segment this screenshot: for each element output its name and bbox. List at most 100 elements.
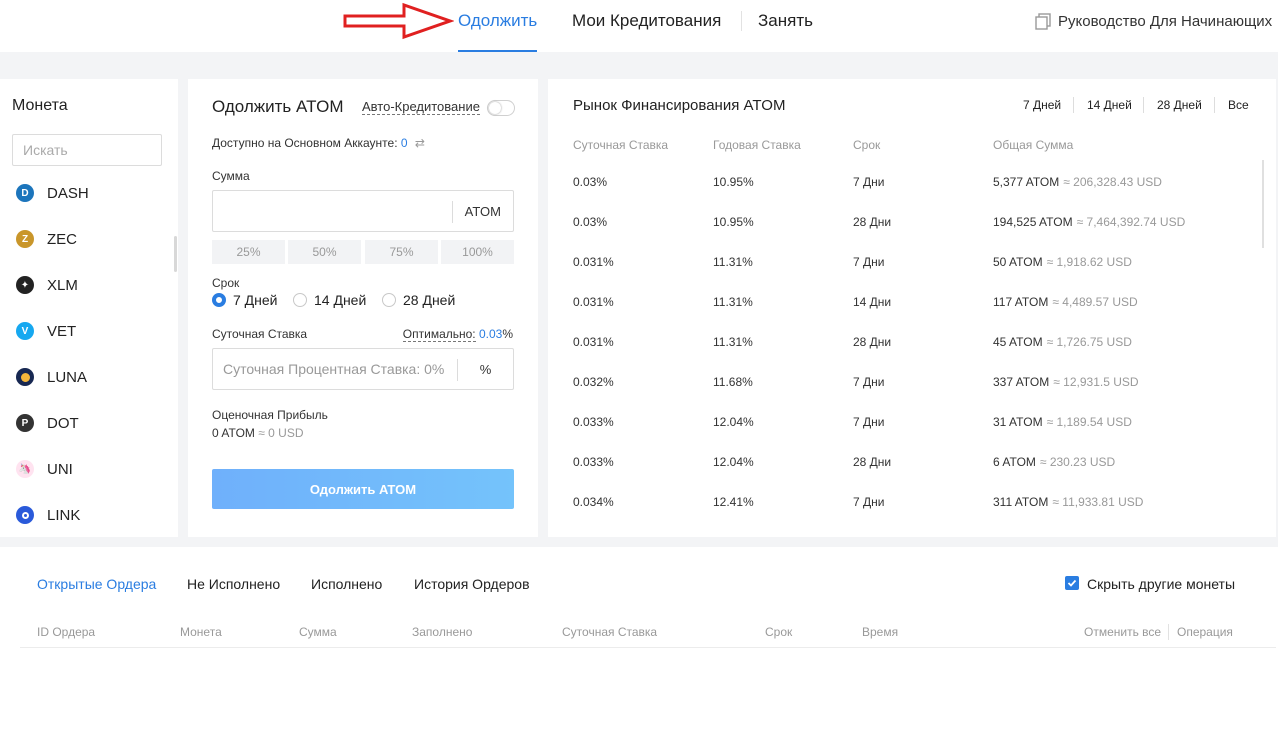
percent-25-button[interactable]: 25% bbox=[212, 240, 285, 264]
total-amount: 5,377 ATOM bbox=[993, 175, 1060, 189]
luna-icon bbox=[16, 368, 34, 386]
hide-other-coins-checkbox[interactable] bbox=[1065, 576, 1079, 590]
market-header-daily: Суточная Ставка bbox=[573, 138, 669, 152]
tab-filled[interactable]: Исполнено bbox=[311, 576, 382, 592]
orders-header-coin: Монета bbox=[180, 625, 222, 639]
coin-search-input[interactable] bbox=[12, 134, 162, 166]
auto-lend-label[interactable]: Авто-Кредитование bbox=[362, 99, 480, 115]
optimal-rate[interactable]: Оптимально: 0.03% bbox=[402, 327, 513, 342]
coin-item-label: XLM bbox=[47, 276, 78, 294]
coin-list-scrollbar[interactable] bbox=[174, 236, 177, 272]
market-cell-term: 7 Дни bbox=[853, 175, 885, 189]
market-filter-all[interactable]: Все bbox=[1228, 98, 1249, 112]
vet-icon: V bbox=[16, 322, 34, 340]
coin-item-uni[interactable]: 🦄 UNI bbox=[16, 457, 73, 481]
market-filter-7[interactable]: 7 Дней bbox=[1023, 98, 1061, 112]
tab-my-lending[interactable]: Мои Кредитования bbox=[572, 0, 721, 52]
percent-50-button[interactable]: 50% bbox=[288, 240, 361, 264]
dash-icon: D bbox=[16, 184, 34, 202]
coin-item-label: DASH bbox=[47, 184, 89, 202]
market-cell-daily: 0.032% bbox=[573, 375, 614, 389]
market-cell-annual: 12.41% bbox=[713, 495, 754, 509]
tab-open-orders[interactable]: Открытые Ордера bbox=[37, 576, 156, 592]
auto-lend-toggle[interactable] bbox=[487, 100, 515, 116]
term-radio-28[interactable]: 28 Дней bbox=[382, 292, 455, 308]
market-cell-daily: 0.033% bbox=[573, 415, 614, 429]
market-cell-term: 7 Дни bbox=[853, 415, 885, 429]
total-amount: 31 ATOM bbox=[993, 415, 1043, 429]
total-usd: ≈ 1,726.75 USD bbox=[1046, 335, 1132, 349]
beginners-guide-link[interactable]: Руководство Для Начинающих bbox=[1034, 10, 1272, 32]
market-cell-term: 28 Дни bbox=[853, 215, 892, 229]
coin-item-dot[interactable]: P DOT bbox=[16, 411, 79, 435]
percent-75-button[interactable]: 75% bbox=[365, 240, 438, 264]
percent-100-button[interactable]: 100% bbox=[441, 240, 514, 264]
term-label: Срок bbox=[212, 276, 240, 290]
market-cell-daily: 0.034% bbox=[573, 495, 614, 509]
total-amount: 311 ATOM bbox=[993, 495, 1049, 509]
radio-selected-icon bbox=[212, 293, 226, 307]
market-cell-term: 7 Дни bbox=[853, 255, 885, 269]
market-cell-annual: 12.04% bbox=[713, 415, 754, 429]
cancel-all-button[interactable]: Отменить все bbox=[1084, 625, 1161, 639]
coin-item-zec[interactable]: Z ZEC bbox=[16, 227, 77, 251]
daily-rate-input[interactable] bbox=[213, 349, 458, 389]
coin-item-label: DOT bbox=[47, 414, 79, 432]
total-amount: 45 ATOM bbox=[993, 335, 1043, 349]
coin-item-vet[interactable]: V VET bbox=[16, 319, 76, 343]
est-profit-amount: 0 ATOM bbox=[212, 426, 255, 440]
orders-header-divider bbox=[20, 647, 1276, 648]
term-radio-label: 28 Дней bbox=[403, 292, 456, 308]
market-filter-14[interactable]: 14 Дней bbox=[1087, 98, 1132, 112]
radio-icon bbox=[293, 293, 307, 307]
transfer-icon[interactable]: ⇄ bbox=[415, 136, 425, 150]
term-radio-7[interactable]: 7 Дней bbox=[212, 292, 278, 308]
top-nav: Одолжить Мои Кредитования Занять Руковод… bbox=[0, 0, 1278, 52]
market-cell-daily: 0.031% bbox=[573, 295, 614, 309]
orders-header-daily-rate: Суточная Ставка bbox=[562, 625, 658, 639]
total-amount: 6 ATOM bbox=[993, 455, 1036, 469]
market-cell-total: 337 ATOM ≈ 12,931.5 USD bbox=[993, 375, 1139, 389]
market-cell-total: 194,525 ATOM ≈ 7,464,392.74 USD bbox=[993, 215, 1185, 229]
market-header-term: Срок bbox=[853, 138, 881, 152]
total-usd: ≈ 7,464,392.74 USD bbox=[1076, 215, 1186, 229]
coin-item-luna[interactable]: LUNA bbox=[16, 365, 87, 389]
market-filter-28[interactable]: 28 Дней bbox=[1157, 98, 1202, 112]
tab-order-history[interactable]: История Ордеров bbox=[414, 576, 530, 592]
market-scrollbar[interactable] bbox=[1262, 160, 1264, 248]
radio-icon bbox=[382, 293, 396, 307]
market-cell-term: 28 Дни bbox=[853, 335, 892, 349]
orders-header-term: Срок bbox=[765, 625, 793, 639]
coin-item-link[interactable]: LINK bbox=[16, 503, 80, 527]
tab-lend[interactable]: Одолжить bbox=[458, 0, 538, 52]
market-cell-term: 28 Дни bbox=[853, 455, 892, 469]
market-cell-annual: 11.31% bbox=[713, 255, 753, 269]
hide-other-coins-label[interactable]: Скрыть другие монеты bbox=[1087, 576, 1235, 592]
header-divider bbox=[1168, 624, 1169, 640]
orders-header-operation: Операция bbox=[1177, 625, 1233, 639]
coin-item-dash[interactable]: D DASH bbox=[16, 181, 89, 205]
market-cell-term: 7 Дни bbox=[853, 375, 885, 389]
market-cell-daily: 0.031% bbox=[573, 335, 614, 349]
market-cell-daily: 0.031% bbox=[573, 255, 614, 269]
nav-divider bbox=[741, 11, 742, 31]
market-cell-term: 7 Дни bbox=[853, 495, 885, 509]
tab-unfilled[interactable]: Не Исполнено bbox=[187, 576, 280, 592]
total-amount: 50 ATOM bbox=[993, 255, 1043, 269]
market-header-total: Общая Сумма bbox=[993, 138, 1074, 152]
tab-borrow[interactable]: Занять bbox=[758, 0, 813, 52]
annotation-arrow-icon bbox=[343, 2, 454, 40]
lend-form-title: Одолжить ATOM bbox=[212, 97, 344, 116]
market-cell-annual: 10.95% bbox=[713, 175, 754, 189]
market-cell-daily: 0.03% bbox=[573, 215, 608, 229]
coin-item-xlm[interactable]: ✦ XLM bbox=[16, 273, 78, 297]
term-radio-14[interactable]: 14 Дней bbox=[293, 292, 366, 308]
optimal-value: 0.03 bbox=[478, 327, 503, 341]
market-header-annual: Годовая Ставка bbox=[713, 138, 801, 152]
lend-submit-button[interactable]: Одолжить ATOM bbox=[212, 469, 514, 509]
amount-input[interactable]: ATOM bbox=[212, 190, 514, 232]
coin-item-label: LINK bbox=[47, 506, 81, 524]
total-usd: ≈ 230.23 USD bbox=[1039, 455, 1116, 469]
est-profit-value: 0 ATOM ≈ 0 USD bbox=[212, 426, 304, 440]
filter-divider bbox=[1143, 97, 1144, 113]
